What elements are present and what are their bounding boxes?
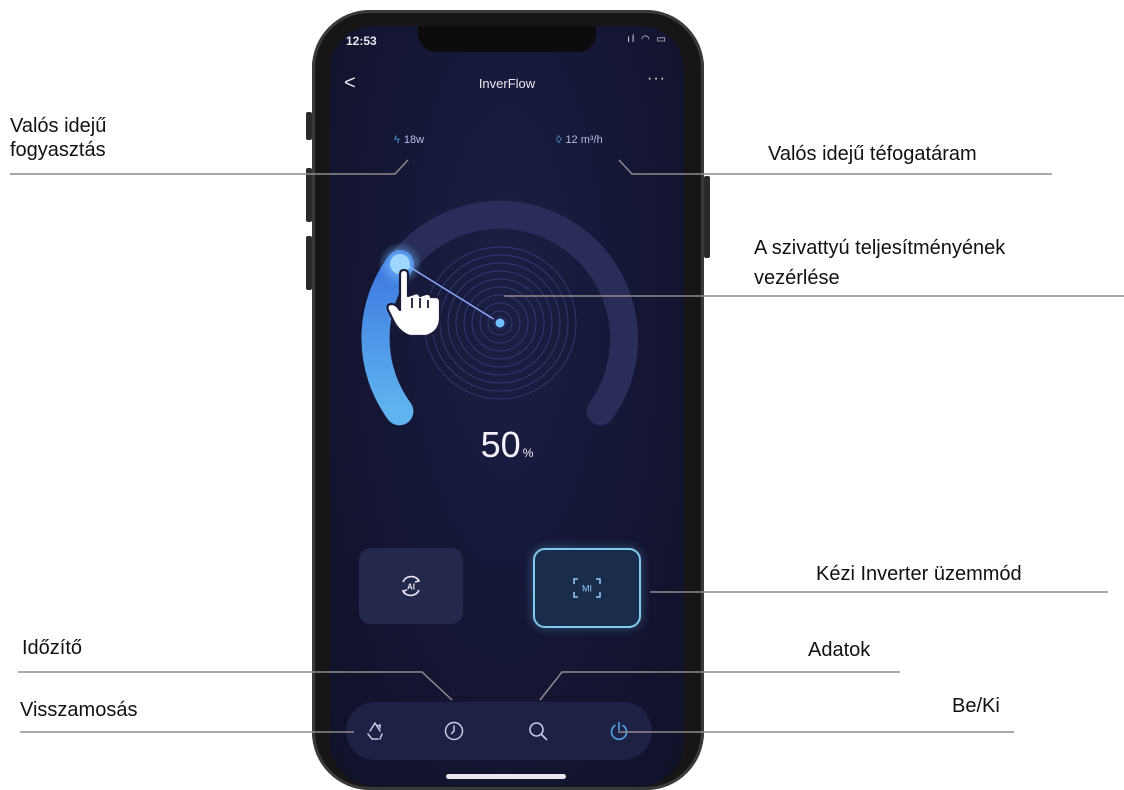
- annotation-timer: Időzítő: [22, 637, 83, 659]
- annotation-power: Valós idejű fogyasztás: [10, 115, 107, 161]
- callout-line-timer: [18, 671, 453, 701]
- annotation-control-line2: vezérlése: [754, 267, 840, 289]
- annotation-onoff: Be/Ki: [952, 695, 1000, 717]
- callout-line-power: [10, 159, 409, 175]
- annotation-control-line1: A szivattyú teljesítményének: [754, 237, 1006, 259]
- annotation-lines: [10, 159, 1124, 733]
- annotation-backwash: Visszamosás: [20, 699, 138, 721]
- callout-line-data: [539, 671, 900, 701]
- annotation-flow: Valós idejű téfogatáram: [768, 143, 977, 165]
- annotation-data: Adatok: [808, 639, 871, 661]
- annotation-manual: Kézi Inverter üzemmód: [816, 563, 1022, 585]
